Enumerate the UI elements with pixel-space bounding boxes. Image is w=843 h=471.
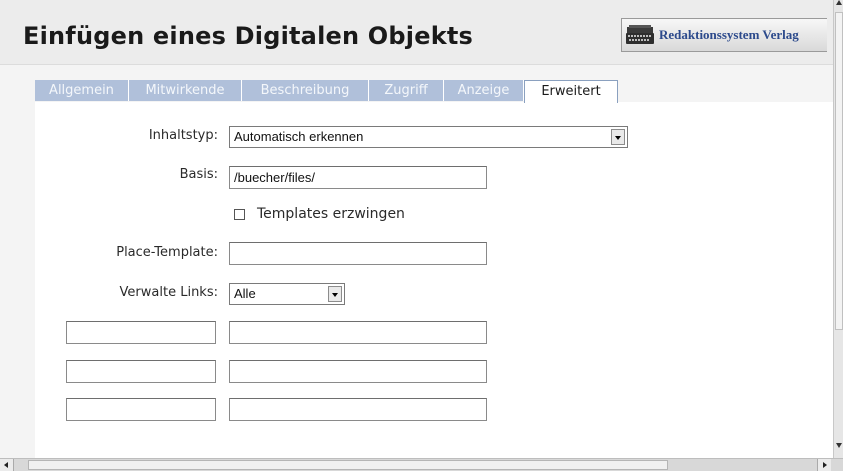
extra-key-input-1[interactable] [66,321,216,344]
brand-badge: Redaktionssystem Verlag [621,18,827,52]
manage-links-label: Verwalte Links: [119,285,218,300]
force-templates-label: Templates erzwingen [257,206,405,222]
tab-anzeige[interactable]: Anzeige [444,80,524,101]
extra-value-input-3[interactable] [229,398,487,421]
content-type-value: Automatisch erkennen [234,129,364,144]
scroll-right-icon[interactable] [817,459,831,471]
tab-zugriff[interactable]: Zugriff [369,80,444,101]
dialog-title: Einfügen eines Digitalen Objekts [23,22,474,50]
dialog-header: Einfügen eines Digitalen Objekts Redakti… [0,0,833,65]
tab-allgemein[interactable]: Allgemein [35,80,129,101]
tab-mitwirkende[interactable]: Mitwirkende [129,80,242,101]
content-type-label: Inhaltstyp: [148,128,218,143]
chevron-down-icon[interactable] [611,129,625,145]
scroll-down-icon[interactable] [836,443,842,448]
typewriter-icon [626,25,654,44]
horizontal-scroll-thumb[interactable] [28,460,668,470]
extra-value-input-1[interactable] [229,321,487,344]
extra-key-input-3[interactable] [66,398,216,421]
tab-erweitert[interactable]: Erweitert [524,80,618,103]
extra-key-input-2[interactable] [66,360,216,383]
brand-label: Redaktionssystem Verlag [659,27,799,42]
horizontal-scrollbar[interactable] [0,458,843,471]
dialog-window: Einfügen eines Digitalen Objekts Redakti… [0,0,833,458]
extra-value-input-2[interactable] [229,360,487,383]
base-label: Basis: [179,167,218,182]
force-templates-checkbox[interactable] [234,209,245,220]
vertical-scroll-thumb[interactable] [835,12,843,330]
scroll-left-icon[interactable] [0,459,14,471]
tab-panel-erweitert: Inhaltstyp: Automatisch erkennen Basis: … [35,102,833,458]
manage-links-value: Alle [234,286,256,301]
base-input[interactable]: /buecher/files/ [229,166,487,189]
scroll-up-icon[interactable] [836,0,842,5]
manage-links-select[interactable]: Alle [229,283,345,305]
place-template-input[interactable] [229,242,487,265]
tab-beschreibung[interactable]: Beschreibung [242,80,369,101]
tab-bar: Allgemein Mitwirkende Beschreibung Zugri… [35,80,833,103]
chevron-down-icon[interactable] [328,286,342,302]
vertical-scrollbar[interactable] [833,0,843,458]
place-template-label: Place-Template: [116,245,218,260]
content-type-select[interactable]: Automatisch erkennen [229,126,628,148]
